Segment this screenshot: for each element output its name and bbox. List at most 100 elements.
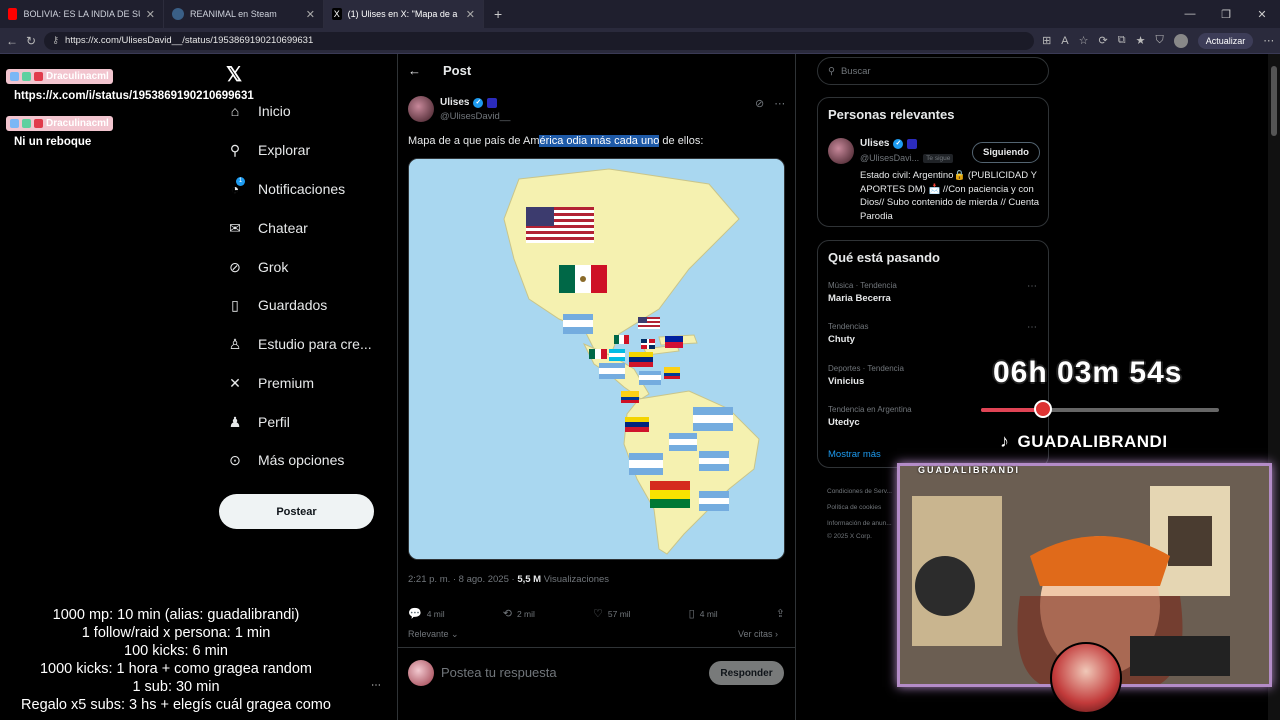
trend-context: Música · Tendencia xyxy=(828,281,897,290)
x-logo-icon: X xyxy=(332,8,342,20)
relevant-name[interactable]: Ulises xyxy=(860,138,889,149)
post-actions: 💬 4 mil ⟲ 2 mil ♡ 57 mil ▯ 4 mil ⇪ xyxy=(408,607,785,620)
trend-item[interactable]: Deportes · Tendencia Vinicius xyxy=(828,364,904,387)
extensions-icon[interactable]: ⧉ xyxy=(1118,34,1126,47)
chevron-right-icon: › xyxy=(775,629,779,639)
flag-usa xyxy=(526,207,594,243)
like-action[interactable]: ♡ 57 mil xyxy=(593,607,631,620)
reply-button[interactable]: Responder xyxy=(709,661,784,685)
footer-link[interactable]: Condiciones de Serv... xyxy=(827,488,892,495)
timer-progress-bar xyxy=(981,400,1219,418)
reload-icon[interactable]: ↻ xyxy=(26,34,36,48)
relevant-handle[interactable]: @UlisesDavi... xyxy=(860,153,919,163)
rule-line: 100 kicks: 6 min xyxy=(124,643,228,659)
reply-action[interactable]: 💬 4 mil xyxy=(408,607,445,620)
new-tab-button[interactable]: + xyxy=(484,6,512,22)
relevant-people-title: Personas relevantes xyxy=(828,107,955,122)
bookmark-action[interactable]: ▯ 4 mil xyxy=(689,607,718,620)
close-window-icon[interactable]: ✕ xyxy=(1244,8,1280,21)
scrollbar-thumb[interactable] xyxy=(1271,66,1277,136)
nav-label: Grok xyxy=(258,259,289,275)
nav-item-more[interactable]: ⊙ Más opciones xyxy=(226,451,344,469)
read-aloud-icon[interactable]: A xyxy=(1061,35,1068,47)
favorites-icon[interactable]: ★ xyxy=(1136,34,1146,47)
more-icon[interactable]: ⋯ xyxy=(371,680,381,691)
post-options: ⊘ ⋯ xyxy=(755,97,785,110)
chat-message: https://x.com/i/status/19538691902106996… xyxy=(14,90,254,102)
trend-context: Tendencias xyxy=(828,322,869,331)
badge-icon xyxy=(10,119,19,128)
favorite-icon[interactable]: ☆ xyxy=(1079,34,1089,47)
nav-item-premium[interactable]: ✕ Premium xyxy=(226,374,314,392)
nav-label: Perfil xyxy=(258,414,290,430)
view-quotes-link[interactable]: Ver citas › xyxy=(738,629,778,639)
close-tab-icon[interactable]: ✕ xyxy=(146,8,155,21)
reply-input[interactable]: Postea tu respuesta xyxy=(441,665,557,680)
close-tab-icon[interactable]: ✕ xyxy=(306,8,315,21)
site-info-icon[interactable]: ⚷ xyxy=(52,35,59,46)
tab-label: BOLIVIA: ES LA INDIA DE SUDAMÉ xyxy=(23,9,139,19)
flag-argentina xyxy=(699,451,729,471)
search-input[interactable]: ⚲ Buscar xyxy=(817,57,1049,85)
more-icon[interactable]: ⋯ xyxy=(774,97,785,110)
bookmark-icon: ▯ xyxy=(688,608,695,620)
restore-icon[interactable]: ❐ xyxy=(1208,8,1244,21)
flag-argentina xyxy=(699,491,729,511)
tab-youtube[interactable]: BOLIVIA: ES LA INDIA DE SUDAMÉ ✕ xyxy=(0,0,164,28)
back-icon[interactable]: ← xyxy=(6,34,18,48)
trend-item[interactable]: Música · Tendencia Maria Becerra xyxy=(828,281,897,304)
sort-relevance-dropdown[interactable]: Relevante ⌄ xyxy=(408,629,459,640)
tab-x-post[interactable]: X (1) Ulises en X: "Mapa de a que pa ✕ xyxy=(324,0,484,28)
app-icon[interactable]: ⊞ xyxy=(1042,34,1051,47)
bookmark-count: 4 mil xyxy=(699,608,718,619)
footer-link[interactable]: Información de anun... xyxy=(827,520,892,527)
url-field[interactable]: ⚷ https://x.com/UlisesDavid__/status/195… xyxy=(44,31,1035,50)
nav-item-explore[interactable]: ⚲ Explorar xyxy=(226,141,310,159)
chat-username-badge: Draculinacml xyxy=(6,69,113,84)
badge-icon xyxy=(10,72,19,81)
footer-link[interactable]: Política de cookies xyxy=(827,504,881,511)
trend-more-icon[interactable]: ⋯ xyxy=(1027,322,1037,333)
post-image-map[interactable] xyxy=(408,158,785,560)
minimize-icon[interactable]: — xyxy=(1172,8,1208,20)
grok-icon[interactable]: ⊘ xyxy=(755,97,764,110)
trend-more-icon[interactable]: ⋯ xyxy=(1027,281,1037,292)
nav-item-grok[interactable]: ⊘ Grok xyxy=(226,258,288,276)
nav-item-profile[interactable]: ♟ Perfil xyxy=(226,413,290,431)
repost-action[interactable]: ⟲ 2 mil xyxy=(503,607,535,620)
nav-item-bookmarks[interactable]: ▯ Guardados xyxy=(226,296,327,314)
flag-honduras xyxy=(609,349,625,361)
trend-name: Utedyc xyxy=(828,417,860,428)
author-name-row[interactable]: Ulises ✓ xyxy=(440,97,498,108)
tab-steam[interactable]: REANIMAL en Steam ✕ xyxy=(164,0,324,28)
update-button[interactable]: Actualizar xyxy=(1197,32,1254,49)
relevant-name-row[interactable]: Ulises ✓ xyxy=(860,138,918,149)
trend-item[interactable]: Tendencia en Argentina Utedyc xyxy=(828,405,912,428)
nav-item-creator-studio[interactable]: ♙ Estudio para cre... xyxy=(226,335,372,353)
trend-item[interactable]: Tendencias Chuty xyxy=(828,322,868,345)
post-header: ← Post xyxy=(408,63,471,78)
profile-avatar[interactable] xyxy=(1173,33,1188,48)
relevant-avatar[interactable] xyxy=(828,138,854,164)
nav-item-chat[interactable]: ✉ Chatear xyxy=(226,219,308,237)
post-button[interactable]: Postear xyxy=(219,494,374,529)
refresh-icon[interactable]: ⟳ xyxy=(1099,34,1108,47)
post-time[interactable]: 2:21 p. m. · 8 ago. 2025 · xyxy=(408,574,517,585)
share-icon: ⇪ xyxy=(775,608,785,620)
author-name[interactable]: Ulises xyxy=(440,97,469,108)
following-button[interactable]: Siguiendo xyxy=(972,142,1040,163)
show-more-link[interactable]: Mostrar más xyxy=(828,449,881,460)
shield-icon[interactable]: ⛉ xyxy=(1155,34,1163,47)
menu-icon[interactable]: ⋯ xyxy=(1263,34,1274,47)
nav-label: Chatear xyxy=(258,220,308,236)
share-action[interactable]: ⇪ xyxy=(776,607,785,620)
author-handle[interactable]: @UlisesDavid__ xyxy=(440,111,510,122)
x-logo-icon[interactable]: 𝕏 xyxy=(226,62,242,87)
back-arrow-icon[interactable]: ← xyxy=(408,63,421,78)
close-tab-icon[interactable]: ✕ xyxy=(466,8,475,21)
trending-title: Qué está pasando xyxy=(828,250,940,265)
nav-item-home[interactable]: ⌂ Inicio xyxy=(226,102,291,120)
trend-name: Maria Becerra xyxy=(828,293,891,304)
author-avatar[interactable] xyxy=(408,96,434,122)
affiliate-badge-icon xyxy=(487,97,498,108)
